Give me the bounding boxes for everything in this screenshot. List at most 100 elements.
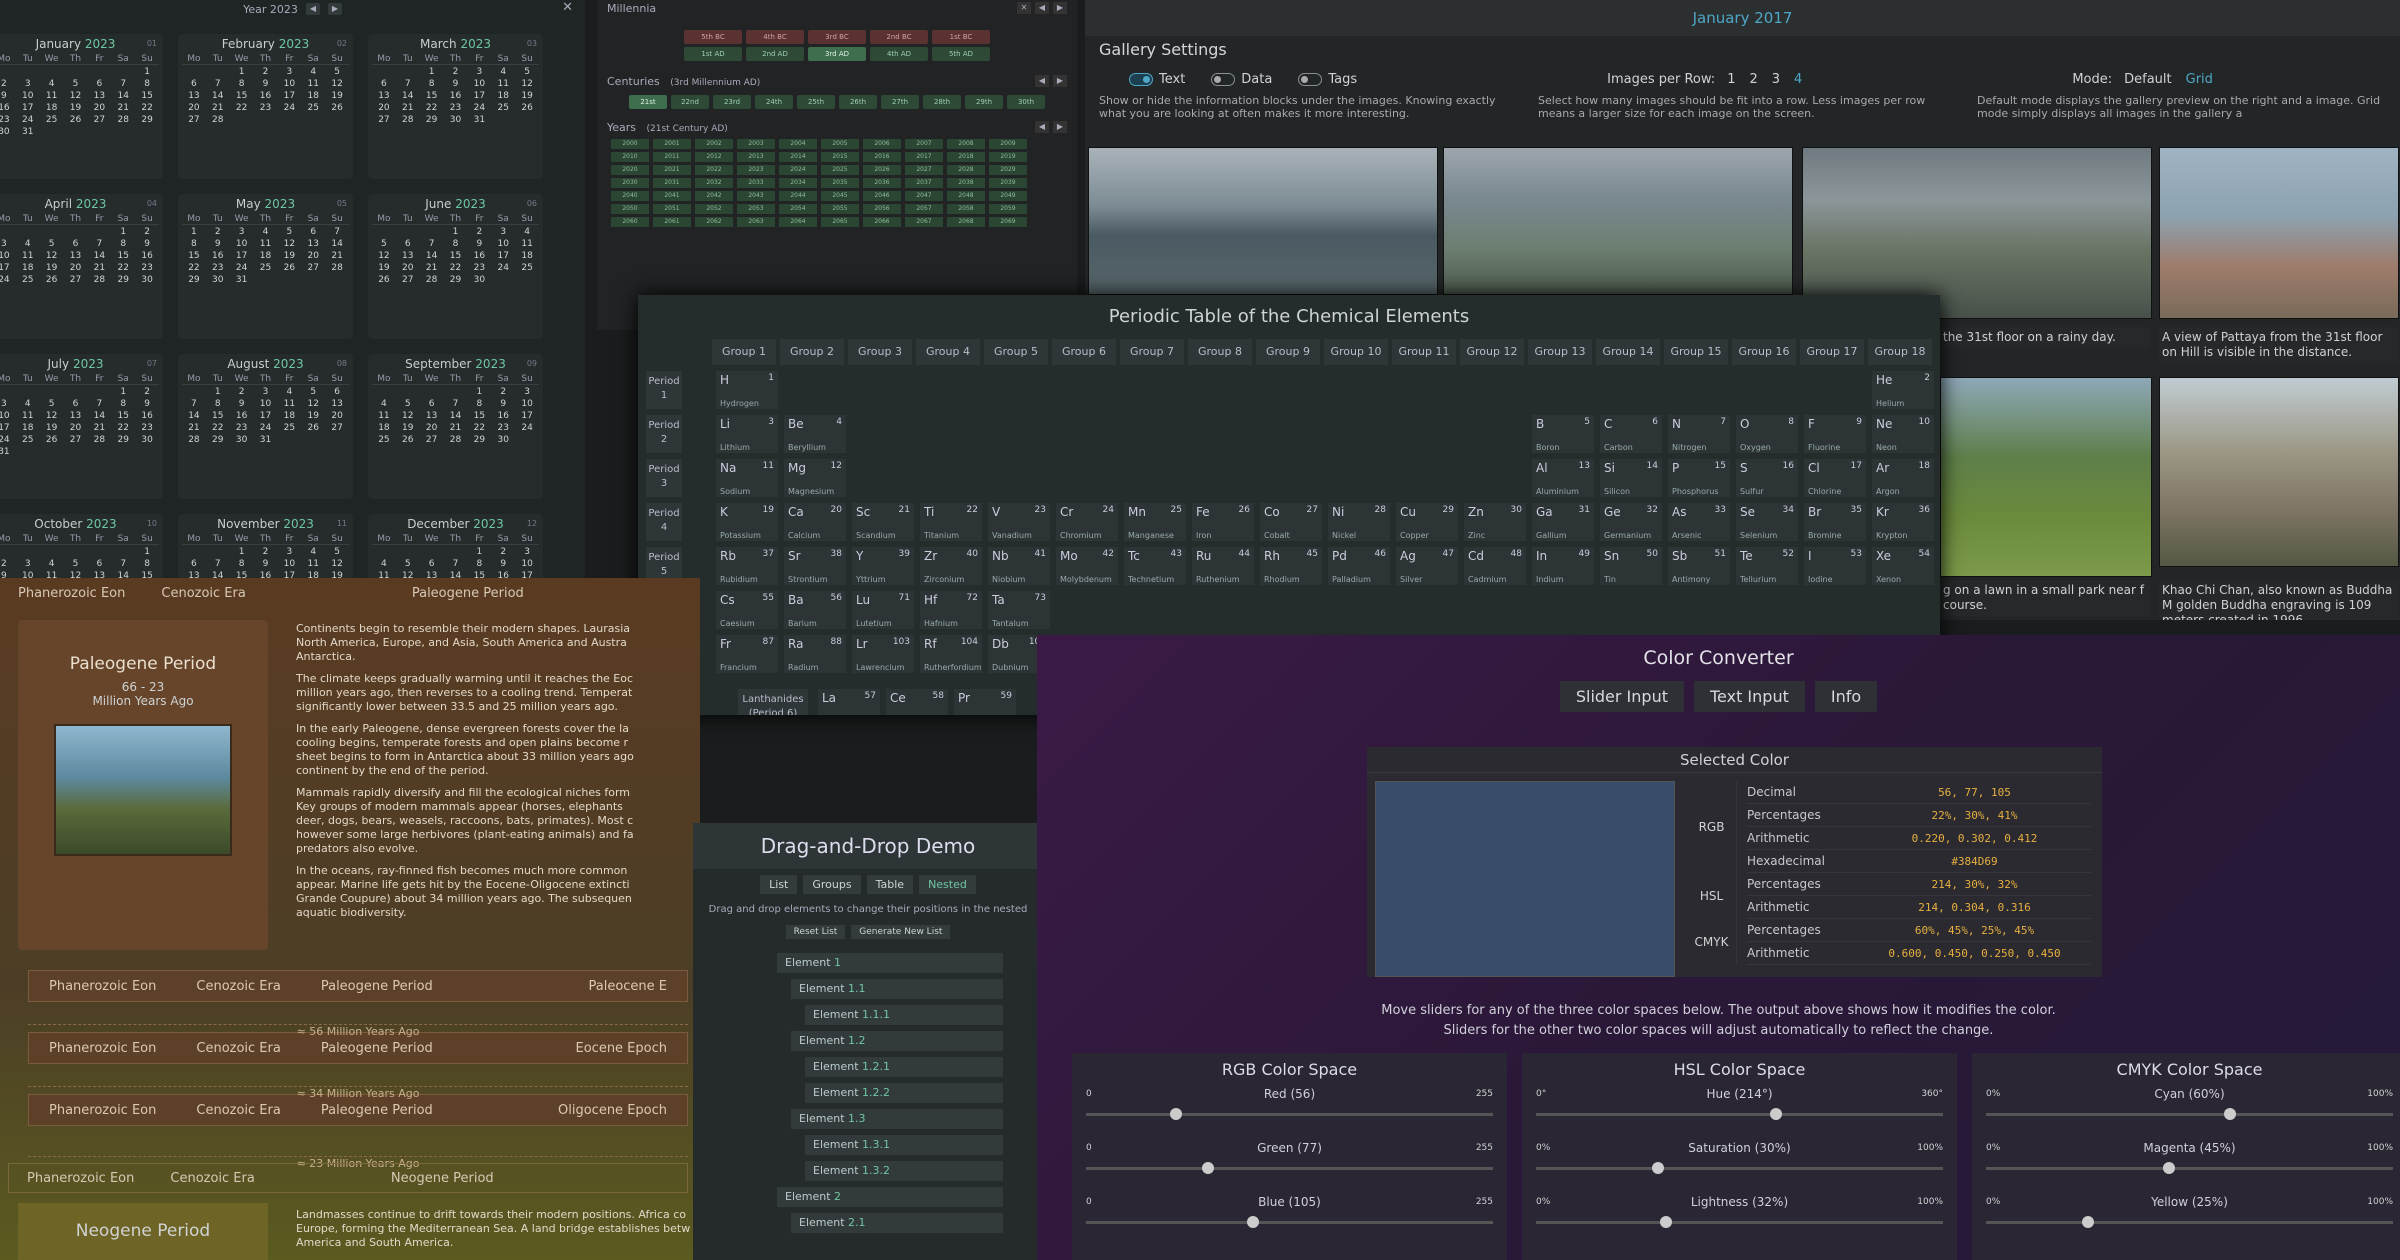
day-cell[interactable]: 29 [135, 115, 159, 125]
element-cell[interactable]: K 19 Potassium [716, 503, 778, 541]
year-cell[interactable]: 2053 [737, 204, 775, 214]
day-cell[interactable]: 6 [87, 79, 111, 89]
day-cell[interactable]: 28 [182, 435, 206, 445]
day-cell[interactable]: 14 [182, 411, 206, 421]
day-cell[interactable]: 13 [182, 571, 206, 578]
day-cell[interactable]: 11 [40, 91, 64, 101]
day-cell[interactable]: 1 [206, 387, 230, 397]
element-cell[interactable]: Ge 32 Germanium [1600, 503, 1662, 541]
element-cell[interactable]: He 2 Helium [1872, 371, 1934, 409]
day-cell[interactable]: 17 [277, 91, 301, 101]
year-cell[interactable]: 2008 [947, 139, 985, 149]
year-cell[interactable]: 2031 [653, 178, 691, 188]
slider-knob[interactable] [2163, 1162, 2176, 1174]
slider[interactable]: Blue (105) 0 255 [1072, 1195, 1507, 1249]
year-cell[interactable]: 2036 [863, 178, 901, 188]
element-cell[interactable]: Ni 28 Nickel [1328, 503, 1390, 541]
breadcrumb-period[interactable]: Neogene Period [373, 1171, 512, 1186]
element-cell[interactable]: Sb 51 Antimony [1668, 547, 1730, 585]
day-cell[interactable]: 1 [182, 227, 206, 237]
year-cell[interactable]: 2002 [695, 139, 733, 149]
day-cell[interactable]: 10 [16, 571, 40, 578]
day-cell[interactable]: 14 [325, 239, 349, 249]
day-cell[interactable]: 18 [254, 251, 278, 261]
day-cell[interactable]: 24 [0, 435, 16, 445]
slider-track[interactable] [1986, 1108, 2393, 1120]
day-cell[interactable]: 10 [515, 399, 539, 409]
day-cell[interactable]: 3 [515, 387, 539, 397]
year-cell[interactable]: 2024 [779, 165, 817, 175]
day-cell[interactable]: 25 [372, 435, 396, 445]
day-cell[interactable]: 19 [277, 251, 301, 261]
gallery-image[interactable] [1802, 147, 2152, 319]
toggle-icon[interactable] [1129, 72, 1153, 86]
element-cell[interactable]: Ru 44 Ruthenium [1192, 547, 1254, 585]
year-cell[interactable]: 2055 [821, 204, 859, 214]
day-cell[interactable]: 11 [277, 399, 301, 409]
day-cell[interactable]: 7 [325, 227, 349, 237]
year-cell[interactable]: 2049 [989, 191, 1027, 201]
day-cell[interactable]: 17 [230, 251, 254, 261]
element-cell[interactable]: Y 39 Yttrium [852, 547, 914, 585]
day-cell[interactable]: 21 [182, 423, 206, 433]
day-cell[interactable]: 3 [491, 227, 515, 237]
day-cell[interactable]: 5 [301, 387, 325, 397]
gallery-image[interactable] [1088, 147, 1438, 295]
year-cell[interactable]: 2034 [779, 178, 817, 188]
day-cell[interactable]: 17 [467, 91, 491, 101]
day-cell[interactable]: 1 [444, 227, 468, 237]
day-cell[interactable]: 2 [444, 67, 468, 77]
day-cell[interactable]: 29 [420, 115, 444, 125]
day-cell[interactable]: 5 [40, 399, 64, 409]
year-cell[interactable]: 2015 [821, 152, 859, 162]
day-cell[interactable]: 20 [325, 411, 349, 421]
day-cell[interactable]: 28 [87, 275, 111, 285]
day-cell[interactable]: 7 [444, 559, 468, 569]
slider[interactable]: Red (56) 0 255 [1072, 1087, 1507, 1141]
day-cell[interactable]: 6 [87, 559, 111, 569]
day-cell[interactable]: 29 [182, 275, 206, 285]
day-cell[interactable]: 8 [420, 79, 444, 89]
year-cell[interactable]: 2038 [947, 178, 985, 188]
element-cell[interactable]: Ne 10 Neon [1872, 415, 1934, 453]
year-cell[interactable]: 2066 [863, 217, 901, 227]
day-cell[interactable]: 10 [515, 559, 539, 569]
day-cell[interactable]: 10 [277, 559, 301, 569]
day-cell[interactable]: 25 [301, 103, 325, 113]
dnd-element[interactable]: Element 1.2 [791, 1031, 1003, 1051]
day-cell[interactable]: 1 [420, 67, 444, 77]
year-cell[interactable]: 2056 [863, 204, 901, 214]
year-cell[interactable]: 2028 [947, 165, 985, 175]
element-cell[interactable]: B 5 Boron [1532, 415, 1594, 453]
year-cell[interactable]: 2068 [947, 217, 985, 227]
day-cell[interactable]: 19 [325, 571, 349, 578]
dnd-element[interactable]: Element 1.3.2 [805, 1161, 1003, 1181]
day-cell[interactable]: 13 [372, 91, 396, 101]
year-cell[interactable]: 2003 [737, 139, 775, 149]
day-cell[interactable]: 12 [301, 399, 325, 409]
day-cell[interactable]: 30 [491, 435, 515, 445]
day-cell[interactable]: 20 [182, 103, 206, 113]
day-cell[interactable]: 11 [372, 411, 396, 421]
element-cell[interactable]: As 33 Arsenic [1668, 503, 1730, 541]
day-cell[interactable]: 13 [325, 399, 349, 409]
millennium-bc[interactable]: 2nd BC [870, 30, 928, 44]
day-cell[interactable]: 13 [396, 251, 420, 261]
element-cell[interactable]: Zr 40 Zirconium [920, 547, 982, 585]
day-cell[interactable]: 27 [64, 435, 88, 445]
year-cell[interactable]: 2067 [905, 217, 943, 227]
year-cell[interactable]: 2029 [989, 165, 1027, 175]
day-cell[interactable]: 14 [444, 571, 468, 578]
century[interactable]: 22nd [671, 95, 709, 109]
day-cell[interactable]: 18 [16, 263, 40, 273]
year-cell[interactable]: 2004 [779, 139, 817, 149]
element-cell[interactable]: C 6 Carbon [1600, 415, 1662, 453]
slider-knob[interactable] [1169, 1108, 1182, 1120]
dnd-element[interactable]: Element 1.3.1 [805, 1135, 1003, 1155]
day-cell[interactable]: 28 [420, 275, 444, 285]
day-cell[interactable]: 15 [467, 411, 491, 421]
element-cell[interactable]: Cu 29 Copper [1396, 503, 1458, 541]
element-cell[interactable]: Mg 12 Magnesium [784, 459, 846, 497]
day-cell[interactable]: 11 [254, 239, 278, 249]
breadcrumb-era[interactable]: Cenozoic Era [143, 586, 263, 601]
